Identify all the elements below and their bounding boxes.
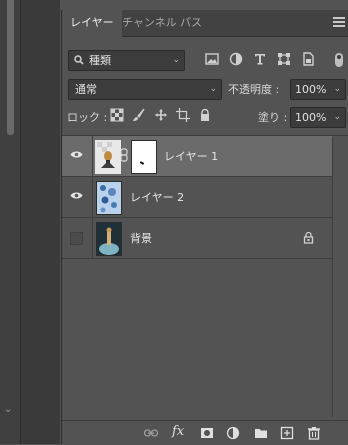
- layers-scrollbar[interactable]: [332, 137, 348, 417]
- chevron-down-icon[interactable]: ⌄: [4, 404, 12, 415]
- blend-mode-select[interactable]: 通常 ⌄: [68, 79, 222, 100]
- opacity-value: 100%: [295, 83, 327, 96]
- chevron-down-icon: ⌄: [209, 84, 217, 94]
- fill-label: 塗り :: [258, 111, 288, 124]
- chevron-down-icon: ⌄: [172, 55, 180, 65]
- background-image-icon: [97, 223, 121, 255]
- fill-value: 100%: [295, 111, 327, 124]
- lock-artboard-icon[interactable]: [176, 108, 190, 122]
- lock-label: ロック :: [67, 111, 108, 124]
- filter-kind-label: 種類: [89, 54, 111, 67]
- adjustment-layer-icon[interactable]: [226, 426, 240, 440]
- chain-link-icon[interactable]: [120, 148, 128, 162]
- layer-row-layer1[interactable]: レイヤー 1: [62, 136, 332, 177]
- visibility-column: [62, 136, 93, 176]
- tab-paths[interactable]: パス: [172, 10, 210, 36]
- add-mask-icon[interactable]: [200, 426, 214, 440]
- layer-filter-select[interactable]: 種類 ⌄: [68, 50, 185, 71]
- layer-mask-thumbnail[interactable]: [131, 140, 157, 174]
- type-filter-icon[interactable]: [252, 51, 268, 67]
- panel-menu-icon[interactable]: [333, 17, 345, 29]
- visibility-column: [62, 177, 93, 217]
- layer2-image-icon: [97, 182, 121, 214]
- filter-toggle-switch[interactable]: [335, 53, 343, 67]
- blend-mode-value: 通常: [75, 83, 97, 96]
- layer-name[interactable]: 背景: [130, 230, 152, 246]
- layer1-image-icon: [97, 142, 119, 172]
- visibility-column: [62, 218, 93, 258]
- layer-row-background[interactable]: 背景: [62, 218, 332, 259]
- delete-layer-icon[interactable]: [307, 426, 321, 440]
- opacity-label: 不透明度 :: [228, 83, 280, 96]
- visibility-toggle-empty[interactable]: [70, 232, 83, 245]
- panel-tabbar: レイヤー チャンネル パス: [62, 10, 348, 37]
- layer-thumbnail[interactable]: [95, 140, 121, 174]
- shape-filter-icon[interactable]: [276, 51, 292, 67]
- tab-layers[interactable]: レイヤー: [62, 10, 122, 37]
- eye-icon[interactable]: [70, 150, 83, 159]
- new-layer-icon[interactable]: [280, 426, 294, 440]
- lock-image-icon[interactable]: [132, 108, 146, 122]
- new-group-icon[interactable]: [254, 426, 268, 440]
- lock-all-icon[interactable]: [198, 108, 212, 122]
- lock-icon[interactable]: [303, 231, 314, 244]
- layer-thumbnail[interactable]: [96, 222, 122, 256]
- scrollbar-thumb[interactable]: [7, 0, 14, 135]
- image-filter-icon[interactable]: [204, 51, 220, 67]
- chevron-down-icon: ⌄: [333, 84, 341, 94]
- layer-name[interactable]: レイヤー 2: [130, 189, 184, 205]
- layer-thumbnail[interactable]: [96, 181, 122, 215]
- search-icon: [74, 55, 84, 65]
- dock-gap: [21, 0, 60, 444]
- fx-icon[interactable]: fx: [172, 424, 190, 439]
- lock-position-icon[interactable]: [154, 108, 168, 122]
- layers-panel: レイヤー チャンネル パス 種類 ⌄ 通常 ⌄ 不透明度 : 100% ⌄ ロッ…: [61, 10, 348, 445]
- lock-transparent-icon[interactable]: [110, 108, 124, 122]
- smart-object-filter-icon[interactable]: [300, 51, 316, 67]
- layer-row-layer2[interactable]: レイヤー 2: [62, 177, 332, 218]
- link-layers-icon[interactable]: [144, 426, 158, 440]
- layer-name[interactable]: レイヤー 1: [164, 148, 218, 164]
- adjustment-filter-icon[interactable]: [228, 51, 244, 67]
- fill-input[interactable]: 100% ⌄: [290, 107, 346, 128]
- layers-bottom-toolbar: fx: [62, 420, 348, 445]
- chevron-down-icon: ⌄: [333, 112, 341, 122]
- eye-icon[interactable]: [70, 191, 83, 200]
- opacity-input[interactable]: 100% ⌄: [290, 79, 346, 100]
- left-dock-scrollbar[interactable]: ⌄: [0, 0, 21, 444]
